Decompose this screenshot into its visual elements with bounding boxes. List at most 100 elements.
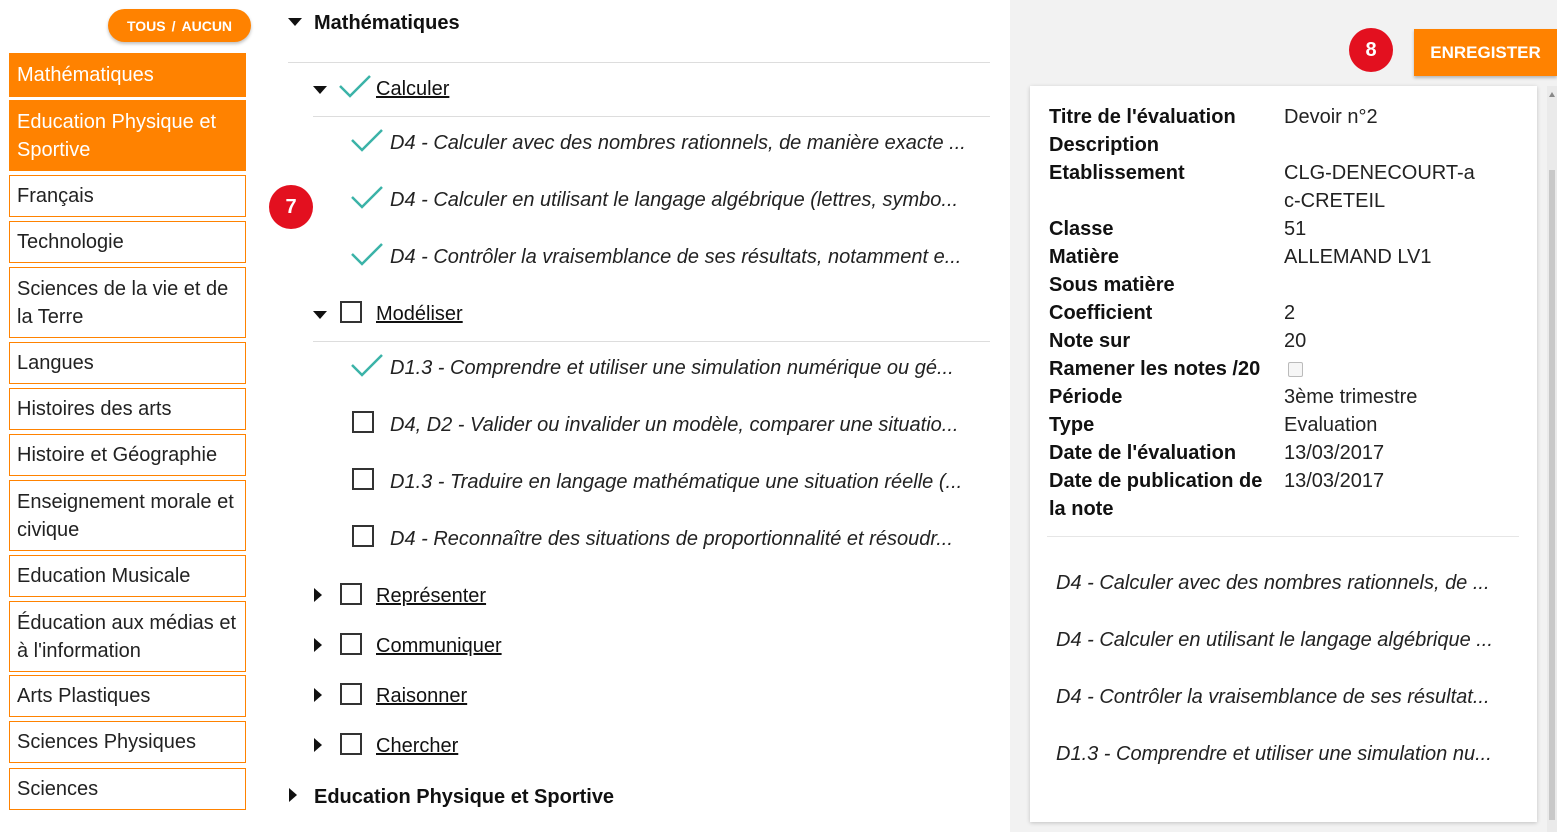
info-key-description: Description	[1049, 134, 1160, 156]
skill-item[interactable]: D4 - Contrôler la vraisemblance de ses r…	[390, 246, 961, 269]
subject-label: Technologie	[17, 231, 124, 253]
subject-histoire-arts[interactable]: Histoires des arts	[9, 388, 246, 430]
subject-musique[interactable]: Education Musicale	[9, 555, 246, 597]
subject-mathematiques[interactable]: Mathématiques	[9, 53, 246, 97]
skill-item[interactable]: D4 - Calculer avec des nombres rationnel…	[390, 132, 966, 155]
subject-eps[interactable]: Education Physique et Sportive	[9, 100, 246, 171]
domain-communiquer[interactable]: Communiquer	[376, 635, 502, 658]
domain-modeliser[interactable]: Modéliser	[376, 303, 463, 326]
subject-sciences[interactable]: Sciences	[9, 768, 246, 810]
subject-label: Français	[17, 185, 94, 207]
skill-item[interactable]: D4 - Calculer en utilisant le langage al…	[390, 189, 958, 212]
info-key-classe: Classe	[1049, 218, 1114, 240]
selected-skill-item: D4 - Contrôler la vraisemblance de ses r…	[1056, 686, 1490, 708]
select-all-link[interactable]: TOUS	[127, 18, 166, 34]
info-key-sous-matiere: Sous matière	[1049, 274, 1175, 296]
divider	[313, 341, 990, 342]
subject-francais[interactable]: Français	[9, 175, 246, 217]
selected-skill-item: D1.3 - Comprendre et utiliser une simula…	[1056, 743, 1492, 765]
info-value-date-evaluation: 13/03/2017	[1284, 442, 1385, 464]
subject-label: Langues	[17, 352, 94, 374]
step-badge-8: 8	[1349, 28, 1393, 72]
caret-down-icon[interactable]	[313, 311, 327, 319]
subject-label: Éducation aux médias et à l'information	[17, 611, 237, 662]
info-value-coefficient: 2	[1284, 302, 1296, 324]
caret-right-icon[interactable]	[314, 688, 322, 702]
divider	[1047, 536, 1519, 537]
toggle-separator: /	[171, 17, 176, 34]
checkbox[interactable]	[340, 733, 362, 755]
checkbox[interactable]	[340, 583, 362, 605]
subject-langues[interactable]: Langues	[9, 342, 246, 384]
check-icon[interactable]	[350, 353, 384, 379]
check-icon[interactable]	[338, 74, 372, 100]
subject-arts-plastiques[interactable]: Arts Plastiques	[9, 675, 246, 717]
check-icon[interactable]	[350, 128, 384, 154]
subject-label: Sciences de la vie et de la Terre	[17, 277, 229, 328]
selected-skill-item: D4 - Calculer avec des nombres rationnel…	[1056, 572, 1490, 594]
checkbox[interactable]	[340, 633, 362, 655]
subject-label: Education Physique et Sportive	[17, 110, 217, 161]
check-icon[interactable]	[350, 242, 384, 268]
checkbox[interactable]	[352, 468, 374, 490]
skill-item[interactable]: D4, D2 - Valider ou invalider un modèle,…	[390, 414, 958, 437]
all-none-toggle[interactable]: TOUS / AUCUN	[108, 9, 251, 42]
domain-representer[interactable]: Représenter	[376, 585, 486, 608]
checkbox[interactable]	[352, 525, 374, 547]
info-key-ramener: Ramener les notes /20	[1049, 358, 1261, 380]
info-key-etablissement: Etablissement	[1049, 162, 1185, 184]
info-key-coefficient: Coefficient	[1049, 302, 1153, 324]
domain-raisonner[interactable]: Raisonner	[376, 685, 467, 708]
scroll-up-arrow-icon[interactable]	[1549, 92, 1555, 97]
select-none-link[interactable]: AUCUN	[181, 18, 232, 34]
step-badge-7: 7	[269, 185, 313, 229]
info-value-periode: 3ème trimestre	[1284, 386, 1418, 408]
checkbox[interactable]	[352, 411, 374, 433]
info-value-classe: 51	[1284, 218, 1307, 240]
info-value-note-sur: 20	[1284, 330, 1307, 352]
domain-chercher[interactable]: Chercher	[376, 735, 458, 758]
skill-item[interactable]: D1.3 - Comprendre et utiliser une simula…	[390, 357, 954, 380]
save-button[interactable]: ENREGISTER	[1414, 29, 1557, 76]
subject-emc[interactable]: Enseignement morale et civique	[9, 480, 246, 551]
subject-technologie[interactable]: Technologie	[9, 221, 246, 263]
info-key-periode: Période	[1049, 386, 1123, 408]
checkbox[interactable]	[340, 301, 362, 323]
info-key-matiere: Matière	[1049, 246, 1120, 268]
divider	[288, 62, 990, 63]
subject-histoire-geo[interactable]: Histoire et Géographie	[9, 434, 246, 476]
subject-label: Mathématiques	[17, 64, 154, 86]
info-value-matiere: ALLEMAND LV1	[1284, 246, 1432, 268]
info-key-type: Type	[1049, 414, 1095, 436]
subject-label: Sciences Physiques	[17, 731, 196, 753]
caret-down-icon[interactable]	[313, 86, 327, 94]
info-value-etablissement: CLG-DENECOURT-ac-CRETEIL	[1284, 162, 1475, 212]
caret-down-icon[interactable]	[288, 18, 302, 26]
info-value-type: Evaluation	[1284, 414, 1378, 436]
info-key-titre: Titre de l'évaluation	[1049, 106, 1236, 128]
subject-emi[interactable]: Éducation aux médias et à l'information	[9, 601, 246, 672]
caret-right-icon[interactable]	[314, 588, 322, 602]
skill-item[interactable]: D1.3 - Traduire en langage mathématique …	[390, 471, 962, 494]
subject-label: Education Musicale	[17, 565, 191, 587]
info-value-titre: Devoir n°2	[1284, 106, 1378, 128]
caret-right-icon[interactable]	[289, 788, 297, 802]
subject-label: Histoire et Géographie	[17, 444, 218, 466]
tree-title-mathematiques[interactable]: Mathématiques	[314, 12, 460, 35]
subject-svt[interactable]: Sciences de la vie et de la Terre	[9, 267, 246, 338]
subject-label: Enseignement morale et civique	[17, 490, 234, 541]
caret-right-icon[interactable]	[314, 738, 322, 752]
tree-title-eps[interactable]: Education Physique et Sportive	[314, 786, 614, 809]
caret-right-icon[interactable]	[314, 638, 322, 652]
selected-skill-item: D4 - Calculer en utilisant le langage al…	[1056, 629, 1493, 651]
domain-calculer[interactable]: Calculer	[376, 78, 449, 101]
info-key-date-evaluation: Date de l'évaluation	[1049, 442, 1237, 464]
subject-label: Arts Plastiques	[17, 685, 151, 707]
check-icon[interactable]	[350, 185, 384, 211]
ramener-checkbox[interactable]	[1288, 362, 1303, 377]
checkbox[interactable]	[340, 683, 362, 705]
skill-item[interactable]: D4 - Reconnaître des situations de propo…	[390, 528, 953, 551]
info-value-date-publication: 13/03/2017	[1284, 470, 1385, 492]
subject-sciences-physiques[interactable]: Sciences Physiques	[9, 721, 246, 763]
scrollbar-thumb[interactable]	[1549, 170, 1555, 820]
